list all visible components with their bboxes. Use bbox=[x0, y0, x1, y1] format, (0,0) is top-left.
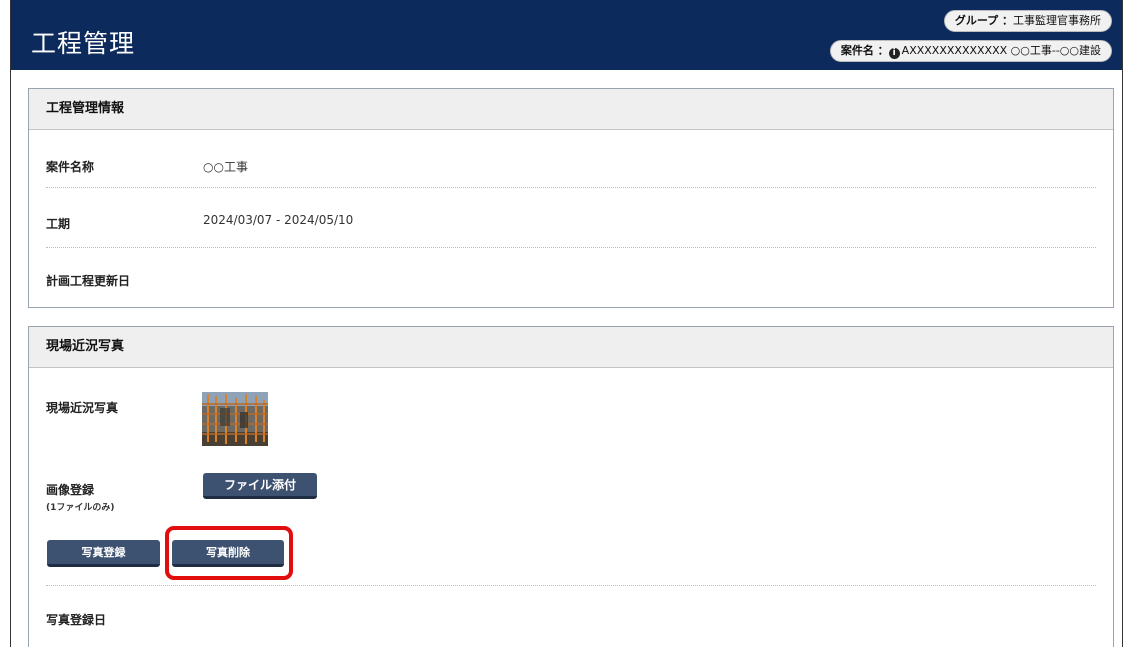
app-frame: 工程管理 グループ ：工事監理官事務所 案件名 ： i AXXXXXXXXXXXXX… bbox=[10, 0, 1123, 647]
row-case-name: 案件名称 ○○工事 bbox=[46, 130, 1096, 188]
row-plan-updated: 計画工程更新日 bbox=[46, 247, 1096, 305]
process-info-title: 工程管理情報 bbox=[29, 89, 1113, 130]
app-header: 工程管理 グループ ：工事監理官事務所 案件名 ： i AXXXXXXXXXXXXX… bbox=[11, 0, 1122, 70]
case-label: 案件名 ： bbox=[840, 44, 889, 57]
info-icon: i bbox=[888, 48, 900, 59]
period-label: 工期 bbox=[46, 217, 71, 231]
plan-updated-label: 計画工程更新日 bbox=[46, 274, 131, 288]
delete-photo-button[interactable]: 写真削除 bbox=[172, 540, 284, 567]
divider bbox=[46, 585, 1096, 586]
app-title: 工程管理 bbox=[31, 29, 136, 58]
construction-photo-icon bbox=[202, 392, 268, 446]
group-value: 工事監理官事務所 bbox=[1013, 14, 1101, 27]
case-pill: 案件名 ： i AXXXXXXXXXXXXX ○○工事--○○建設 bbox=[829, 40, 1112, 62]
row-period: 工期 2024/03/07 - 2024/05/10 bbox=[46, 187, 1096, 248]
case-name-value: ○○工事 bbox=[203, 160, 248, 174]
case-value: AXXXXXXXXXXXXX ○○工事--○○建設 bbox=[901, 44, 1101, 57]
group-label: グループ ： bbox=[954, 14, 1013, 27]
attach-file-button[interactable]: ファイル添付 bbox=[203, 473, 317, 499]
site-photo-title: 現場近況写真 bbox=[29, 327, 1113, 368]
photo-registered-date-label: 写真登録日 bbox=[46, 613, 107, 627]
case-name-label: 案件名称 bbox=[46, 160, 95, 174]
image-register-label: 画像登録 bbox=[46, 483, 95, 497]
group-pill: グループ ：工事監理官事務所 bbox=[943, 10, 1112, 32]
one-file-note: (1ファイルのみ) bbox=[46, 503, 115, 513]
register-photo-button[interactable]: 写真登録 bbox=[47, 540, 160, 567]
site-photo-section: 現場近況写真 現場近況写真 画像登録 (1ファイルのみ) ファイル添付 写真登録… bbox=[28, 326, 1114, 647]
site-photo-thumbnail[interactable] bbox=[202, 392, 268, 446]
site-photo-label: 現場近況写真 bbox=[46, 401, 119, 415]
period-value: 2024/03/07 - 2024/05/10 bbox=[203, 213, 354, 227]
process-info-section: 工程管理情報 案件名称 ○○工事 工期 2024/03/07 - 2024/05… bbox=[28, 88, 1114, 308]
